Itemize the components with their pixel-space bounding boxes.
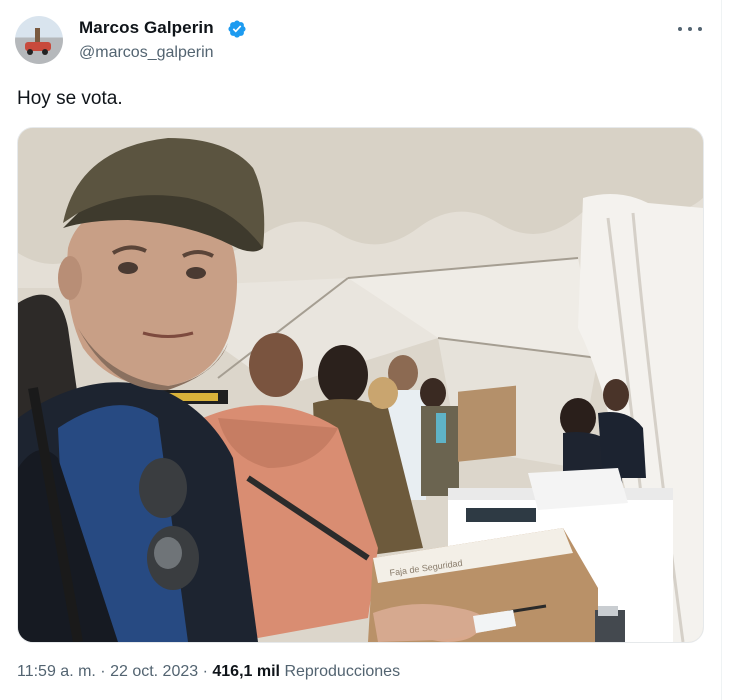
author-name[interactable]: Marcos Galperin [79, 18, 214, 38]
avatar-wheel [27, 49, 33, 55]
tweet-photo[interactable]: Faja de Seguridad [17, 127, 704, 643]
avatar-wheel [42, 49, 48, 55]
dot [698, 27, 702, 31]
tweet-text: Hoy se vota. [17, 88, 123, 109]
verified-badge-icon [228, 20, 246, 38]
column-divider [721, 0, 722, 700]
photo-illustration: Faja de Seguridad [18, 128, 703, 642]
views-count: 416,1 mil [212, 663, 280, 680]
meta-separator: · [198, 663, 213, 680]
views-label: Reproducciones [284, 663, 401, 680]
avatar-post [35, 28, 40, 42]
meta-separator: · [95, 663, 111, 680]
avatar[interactable] [15, 16, 63, 64]
tweet-date[interactable]: 22 oct. 2023 [110, 663, 198, 680]
more-options-icon[interactable] [678, 18, 702, 40]
tweet-time[interactable]: 11:59 a. m. [17, 663, 96, 680]
tweet-meta: 11:59 a. m. · 22 oct. 2023 · 416,1 mil R… [17, 663, 400, 681]
author-handle[interactable]: @marcos_galperin [79, 44, 214, 62]
dot [678, 27, 682, 31]
dot [688, 27, 692, 31]
